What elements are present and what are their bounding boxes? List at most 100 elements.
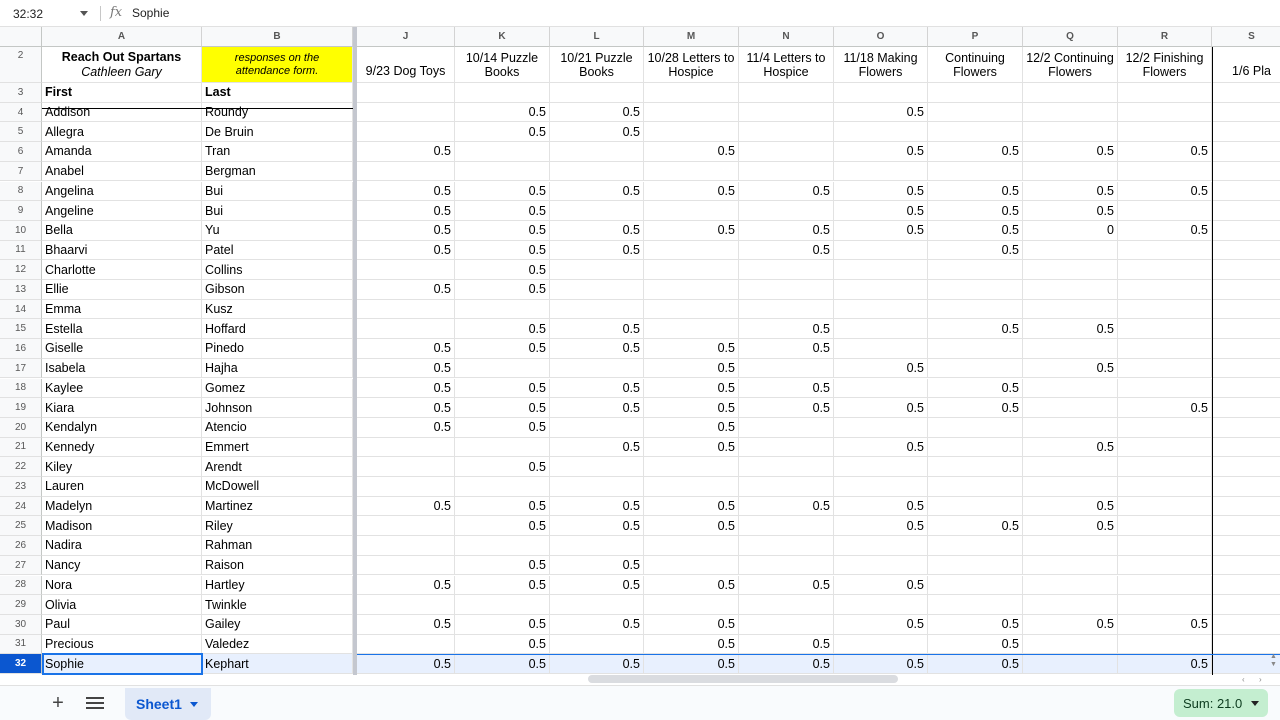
attendance-cell[interactable]: 0.5 bbox=[357, 378, 455, 399]
attendance-cell[interactable] bbox=[1023, 555, 1118, 576]
row-header[interactable]: 28 bbox=[0, 575, 42, 596]
last-name-cell[interactable]: Rahman bbox=[202, 536, 353, 556]
attendance-cell[interactable]: 0.5 bbox=[455, 555, 550, 576]
cell[interactable] bbox=[550, 83, 644, 103]
attendance-cell[interactable]: 0 bbox=[1023, 220, 1118, 241]
name-box[interactable]: 32:32 bbox=[0, 0, 92, 27]
attendance-cell[interactable]: 0.5 bbox=[455, 260, 550, 280]
attendance-cell[interactable]: 0.5 bbox=[455, 417, 550, 438]
last-name-cell[interactable]: Patel bbox=[202, 240, 353, 261]
row-header[interactable]: 15 bbox=[0, 319, 42, 340]
attendance-cell[interactable]: 0.5 bbox=[357, 339, 455, 359]
attendance-cell[interactable] bbox=[739, 516, 834, 537]
attendance-cell[interactable] bbox=[834, 339, 928, 359]
attendance-cell[interactable]: 0.5 bbox=[928, 181, 1023, 202]
attendance-cell[interactable]: 0.5 bbox=[455, 280, 550, 300]
last-name-cell[interactable]: Yu bbox=[202, 220, 353, 241]
attendance-cell[interactable] bbox=[1023, 280, 1118, 300]
row-header[interactable]: 11 bbox=[0, 240, 42, 261]
first-name-cell[interactable]: Nora bbox=[42, 575, 202, 596]
attendance-cell[interactable] bbox=[1212, 319, 1280, 340]
attendance-cell[interactable] bbox=[739, 417, 834, 438]
event-header-o[interactable]: 11/18 Making Flowers bbox=[834, 47, 928, 83]
attendance-cell[interactable] bbox=[357, 299, 455, 320]
attendance-cell[interactable]: 0.5 bbox=[1023, 181, 1118, 202]
first-name-cell[interactable]: Kiley bbox=[42, 457, 202, 477]
attendance-cell[interactable]: 0.5 bbox=[928, 398, 1023, 418]
attendance-cell[interactable] bbox=[550, 280, 644, 300]
attendance-cell[interactable] bbox=[644, 280, 739, 300]
attendance-cell[interactable] bbox=[739, 536, 834, 556]
attendance-cell[interactable]: 0.5 bbox=[455, 575, 550, 596]
attendance-cell[interactable]: 0.5 bbox=[644, 575, 739, 596]
attendance-cell[interactable] bbox=[1118, 280, 1212, 300]
first-name-cell[interactable]: Nancy bbox=[42, 555, 202, 576]
attendance-cell[interactable] bbox=[1023, 102, 1118, 123]
attendance-cell[interactable] bbox=[834, 319, 928, 340]
attendance-cell[interactable] bbox=[1023, 595, 1118, 615]
attendance-cell[interactable] bbox=[928, 595, 1023, 615]
attendance-cell[interactable]: 0.5 bbox=[550, 240, 644, 261]
attendance-cell[interactable]: 0.5 bbox=[1023, 516, 1118, 537]
attendance-cell[interactable]: 0.5 bbox=[357, 181, 455, 202]
attendance-cell[interactable]: 0.5 bbox=[550, 220, 644, 241]
attendance-cell[interactable] bbox=[739, 477, 834, 497]
attendance-cell[interactable] bbox=[357, 595, 455, 615]
attendance-cell[interactable] bbox=[1212, 182, 1280, 202]
last-name-cell[interactable]: Tran bbox=[202, 142, 353, 162]
attendance-cell[interactable] bbox=[1212, 418, 1280, 438]
attendance-cell[interactable]: 0.5 bbox=[455, 240, 550, 261]
row-header[interactable]: 14 bbox=[0, 299, 42, 320]
attendance-cell[interactable] bbox=[928, 299, 1023, 320]
attendance-cell[interactable] bbox=[739, 595, 834, 615]
attendance-cell[interactable] bbox=[357, 634, 455, 655]
attendance-cell[interactable] bbox=[1212, 438, 1280, 458]
last-name-cell[interactable]: Valedez bbox=[202, 634, 353, 655]
attendance-cell[interactable]: 0.5 bbox=[550, 496, 644, 517]
attendance-cell[interactable] bbox=[644, 319, 739, 340]
attendance-cell[interactable]: 0.5 bbox=[455, 220, 550, 241]
attendance-cell[interactable] bbox=[644, 201, 739, 221]
cell[interactable] bbox=[455, 83, 550, 103]
attendance-cell[interactable] bbox=[739, 299, 834, 320]
attendance-cell[interactable]: 0.5 bbox=[357, 417, 455, 438]
last-name-cell[interactable]: De Bruin bbox=[202, 122, 353, 143]
attendance-cell[interactable] bbox=[550, 299, 644, 320]
attendance-cell[interactable] bbox=[1023, 536, 1118, 556]
attendance-cell[interactable]: 0.5 bbox=[357, 614, 455, 635]
attendance-cell[interactable]: 0.5 bbox=[739, 240, 834, 261]
attendance-cell[interactable] bbox=[1118, 339, 1212, 359]
attendance-cell[interactable] bbox=[1118, 437, 1212, 458]
scroll-up-icon[interactable]: ▲ bbox=[1270, 653, 1277, 660]
last-name-cell[interactable]: Arendt bbox=[202, 457, 353, 477]
row-header[interactable]: 27 bbox=[0, 555, 42, 576]
first-name-cell[interactable]: Nadira bbox=[42, 536, 202, 556]
attendance-cell[interactable]: 0.5 bbox=[644, 614, 739, 635]
attendance-cell[interactable]: 0.5 bbox=[357, 142, 455, 162]
sheet-tab[interactable]: Sheet1 bbox=[125, 688, 211, 720]
cell[interactable] bbox=[1118, 83, 1212, 103]
attendance-cell[interactable] bbox=[1118, 417, 1212, 438]
attendance-cell[interactable]: 0.5 bbox=[455, 398, 550, 418]
attendance-cell[interactable]: 0.5 bbox=[834, 575, 928, 596]
first-name-cell[interactable]: Kiara bbox=[42, 398, 202, 418]
cell[interactable] bbox=[357, 83, 455, 103]
attendance-cell[interactable] bbox=[928, 102, 1023, 123]
attendance-cell[interactable] bbox=[1023, 260, 1118, 280]
attendance-cell[interactable]: 0.5 bbox=[550, 122, 644, 143]
attendance-cell[interactable] bbox=[928, 496, 1023, 517]
row-header[interactable]: 7 bbox=[0, 161, 42, 182]
attendance-cell[interactable] bbox=[1212, 300, 1280, 320]
last-name-cell[interactable]: McDowell bbox=[202, 477, 353, 497]
attendance-cell[interactable] bbox=[928, 575, 1023, 596]
attendance-cell[interactable] bbox=[550, 457, 644, 477]
attendance-cell[interactable] bbox=[1212, 359, 1280, 379]
attendance-cell[interactable]: 0.5 bbox=[644, 220, 739, 241]
attendance-cell[interactable]: 0.5 bbox=[928, 654, 1023, 674]
attendance-cell[interactable] bbox=[928, 417, 1023, 438]
column-header-m[interactable]: M bbox=[644, 27, 739, 47]
attendance-cell[interactable] bbox=[834, 536, 928, 556]
column-header-a[interactable]: A bbox=[42, 27, 202, 47]
attendance-cell[interactable] bbox=[1212, 398, 1280, 418]
attendance-cell[interactable]: 0.5 bbox=[550, 614, 644, 635]
